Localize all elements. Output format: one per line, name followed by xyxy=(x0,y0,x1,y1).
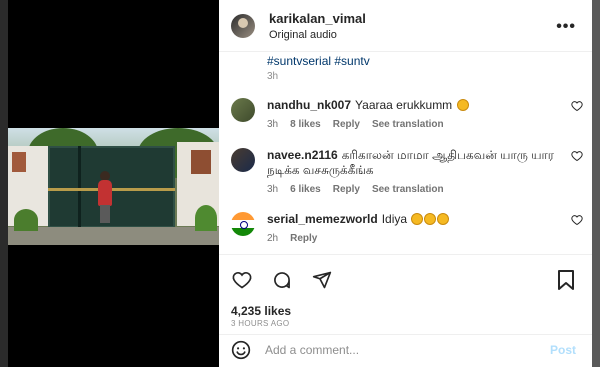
add-comment-bar: Post xyxy=(219,334,592,364)
comment-meta: 2h Reply xyxy=(267,233,567,244)
post-author-username[interactable]: karikalan_vimal xyxy=(269,11,366,26)
see-translation-button[interactable]: See translation xyxy=(372,119,444,130)
reply-button[interactable]: Reply xyxy=(333,184,360,195)
reply-button[interactable]: Reply xyxy=(333,119,360,130)
post-comment-button[interactable]: Post xyxy=(550,343,576,357)
grimacing-face-emoji-icon xyxy=(411,213,424,225)
post-media[interactable] xyxy=(8,0,219,367)
avatar[interactable] xyxy=(231,13,255,38)
video-plant-right xyxy=(195,205,217,231)
commenter-username[interactable]: serial_memezworld xyxy=(267,212,378,226)
see-translation-button[interactable]: See translation xyxy=(372,184,444,195)
post-actions: 4,235 likes 3 HOURS AGO Post xyxy=(219,254,592,364)
post-panel: karikalan_vimal Original audio ••• #sunt… xyxy=(219,0,592,367)
comment-text-line: navee.n2116 கரிகாலன் மாமா ஆதிபகவன் யாரு ய… xyxy=(267,148,567,178)
comment-text: Idiya xyxy=(381,212,408,226)
comment-time: 3h xyxy=(267,184,279,195)
comment-body: nandhu_nk007 Yaaraa erukkumm 3h 8 likes R… xyxy=(267,98,567,130)
like-heart-icon[interactable] xyxy=(231,269,253,291)
reply-button[interactable]: Reply xyxy=(290,233,317,244)
backdrop-left-edge xyxy=(0,0,8,367)
commenter-avatar[interactable] xyxy=(231,148,255,172)
caption-time: 3h xyxy=(267,71,279,82)
audio-label[interactable]: Original audio xyxy=(269,29,366,41)
like-count[interactable]: 4,235 likes xyxy=(231,304,291,318)
video-window-left xyxy=(12,152,26,172)
emoji-picker-icon[interactable] xyxy=(231,340,251,360)
commenter-avatar[interactable] xyxy=(231,98,255,122)
video-window-right xyxy=(191,150,211,174)
video-frame[interactable] xyxy=(8,128,219,245)
commenter-avatar[interactable] xyxy=(231,212,255,236)
like-comment-heart-icon[interactable] xyxy=(571,214,583,226)
grimacing-face-emoji-icon xyxy=(424,213,437,225)
comment-bubble-icon[interactable] xyxy=(271,269,293,291)
like-comment-heart-icon[interactable] xyxy=(571,100,583,112)
like-comment-heart-icon[interactable] xyxy=(571,150,583,162)
comment-text: Yaaraa erukkumm xyxy=(355,98,453,112)
comment-body: serial_memezworld Idiya 2h Reply xyxy=(267,212,567,244)
commenter-username[interactable]: nandhu_nk007 xyxy=(267,98,351,112)
commenter-username[interactable]: navee.n2116 xyxy=(267,148,338,162)
comment-text-line: nandhu_nk007 Yaaraa erukkumm xyxy=(267,98,567,113)
comment-likes[interactable]: 6 likes xyxy=(290,184,321,195)
action-icon-row xyxy=(231,269,333,291)
more-options-icon[interactable]: ••• xyxy=(556,18,576,36)
grimacing-face-emoji-icon xyxy=(437,213,450,225)
post-timestamp: 3 HOURS AGO xyxy=(231,319,290,328)
video-person-legs xyxy=(100,205,110,223)
backdrop-right-edge xyxy=(592,0,600,367)
video-plant-left xyxy=(14,209,38,231)
comment-body: navee.n2116 கரிகாலன் மாமா ஆதிபகவன் யாரு ய… xyxy=(267,148,567,195)
comment-likes[interactable]: 8 likes xyxy=(290,119,321,130)
comments-list[interactable]: #suntvserial #suntv 3h nandhu_nk007 Yaara… xyxy=(219,52,592,254)
header-text: karikalan_vimal Original audio xyxy=(269,11,366,41)
save-bookmark-icon[interactable] xyxy=(556,269,578,291)
post-header: karikalan_vimal Original audio ••• xyxy=(219,0,592,52)
surprised-face-emoji-icon xyxy=(456,99,469,111)
comment-meta: 3h 8 likes Reply See translation xyxy=(267,119,567,130)
comment-text-line: serial_memezworld Idiya xyxy=(267,212,567,227)
video-ground xyxy=(8,227,219,245)
caption-hashtags[interactable]: #suntvserial #suntv xyxy=(267,54,370,68)
video-gate-split xyxy=(78,146,81,228)
comment-time: 2h xyxy=(267,233,279,244)
comment-meta: 3h 6 likes Reply See translation xyxy=(267,184,567,195)
comment-time: 3h xyxy=(267,119,279,130)
share-paper-plane-icon[interactable] xyxy=(311,269,333,291)
post-modal: karikalan_vimal Original audio ••• #sunt… xyxy=(8,0,592,367)
video-person xyxy=(98,180,112,206)
comment-input[interactable] xyxy=(265,342,545,357)
